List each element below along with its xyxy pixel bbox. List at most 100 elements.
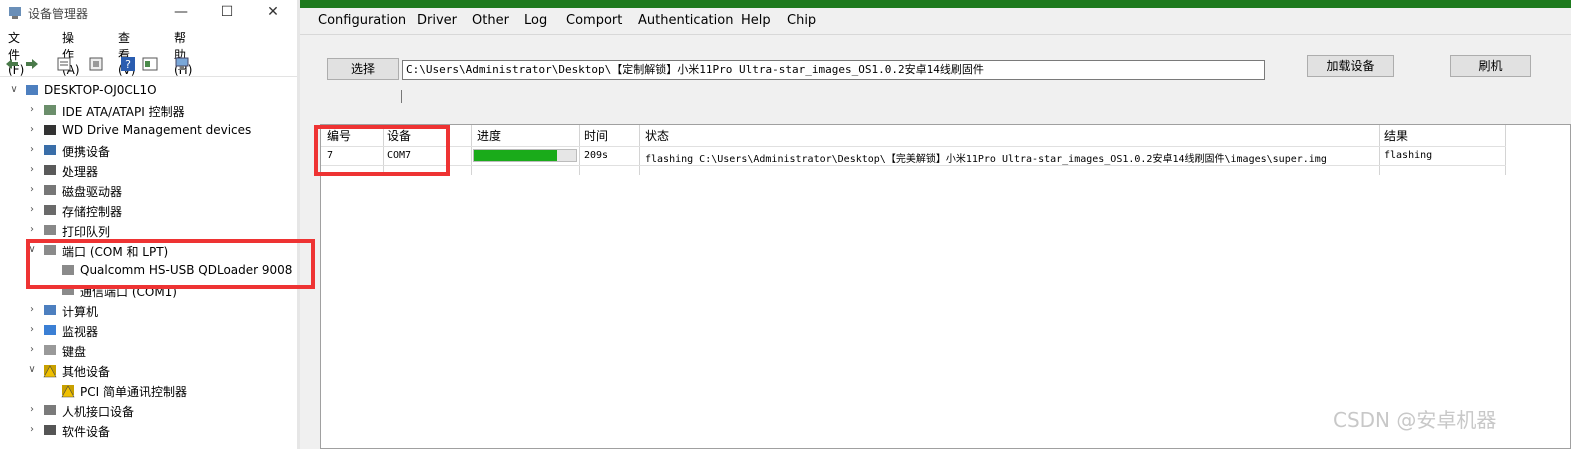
tree-item[interactable]: › 监视器 — [0, 321, 297, 341]
progress-fill — [474, 150, 557, 161]
printer-icon — [44, 225, 56, 235]
menu-log[interactable]: Log — [524, 13, 547, 28]
storage-controller-icon — [44, 205, 56, 215]
tree-item-label: 人机接口设备 — [62, 405, 135, 419]
row-result: flashing — [1384, 150, 1433, 161]
chevron-right-icon[interactable]: › — [26, 304, 38, 316]
device-table: 编号 设备 进度 时间 状态 结果 7 COM7 209s flashing C… — [320, 124, 1571, 449]
computer-icon — [26, 85, 38, 95]
tree-item[interactable]: ∨ DESKTOP-OJ0CL1O — [0, 81, 297, 101]
view-icon[interactable] — [142, 56, 158, 72]
device-manager-icon — [9, 7, 21, 19]
firmware-path-field[interactable]: C:\Users\Administrator\Desktop\【定制解锁】小米1… — [402, 60, 1265, 80]
tree-item[interactable]: › 便携设备 — [0, 141, 297, 161]
window-title: 设备管理器 — [28, 7, 89, 21]
properties-icon[interactable] — [56, 56, 72, 72]
col-divider — [1505, 125, 1506, 175]
tool-menu-bar: Configuration Driver Other Log Comport A… — [300, 8, 1571, 35]
scan-hardware-icon[interactable] — [174, 56, 190, 72]
col-divider — [579, 125, 580, 175]
chevron-right-icon[interactable]: › — [26, 344, 38, 356]
menu-configuration[interactable]: Configuration — [318, 13, 406, 28]
tree-item-label: 监视器 — [62, 325, 99, 339]
menu-comport[interactable]: Comport — [566, 13, 622, 28]
portable-device-icon — [44, 145, 56, 155]
row-status: flashing C:\Users\Administrator\Desktop\… — [645, 154, 1327, 165]
forward-arrow-icon[interactable] — [24, 56, 40, 72]
chevron-right-icon[interactable]: › — [26, 164, 38, 176]
warning-device-icon — [43, 365, 57, 378]
tree-item-label: 磁盘驱动器 — [62, 185, 123, 199]
disk-drive-icon — [44, 185, 56, 195]
col-divider — [639, 125, 640, 175]
tree-item[interactable]: › 处理器 — [0, 161, 297, 181]
tree-item[interactable]: › 打印队列 — [0, 221, 297, 241]
processor-icon — [44, 165, 56, 175]
col-divider — [471, 125, 472, 175]
highlight-box-com7 — [314, 125, 450, 176]
tree-item-label: PCI 简单通讯控制器 — [80, 385, 187, 399]
tree-item[interactable]: › 键盘 — [0, 341, 297, 361]
tree-item-label: IDE ATA/ATAPI 控制器 — [62, 105, 185, 119]
chevron-right-icon[interactable]: › — [26, 324, 38, 336]
header-divider — [321, 146, 1506, 147]
tree-item-label: 计算机 — [62, 305, 99, 319]
column-header-result[interactable]: 结果 — [1384, 127, 1408, 144]
highlight-box-qdloader — [26, 239, 315, 289]
tree-item-label: 处理器 — [62, 165, 99, 179]
text-cursor — [401, 90, 402, 103]
menu-help[interactable]: Help — [741, 13, 771, 28]
close-button[interactable]: ✕ — [250, 0, 296, 26]
column-header-time[interactable]: 时间 — [584, 127, 608, 144]
flash-button[interactable]: 刷机 — [1450, 55, 1531, 77]
menu-other[interactable]: Other — [472, 13, 509, 28]
column-header-progress[interactable]: 进度 — [477, 127, 501, 144]
toolbar: ? — [0, 52, 297, 77]
tree-item[interactable]: › 软件设备 — [0, 421, 297, 441]
computer-icon — [44, 305, 56, 315]
tree-item[interactable]: › 存储控制器 — [0, 201, 297, 221]
tree-item[interactable]: › 磁盘驱动器 — [0, 181, 297, 201]
tree-item-label: 软件设备 — [62, 425, 111, 439]
title-bar: 设备管理器 — ☐ ✕ — [0, 0, 297, 26]
back-arrow-icon[interactable] — [4, 56, 20, 72]
chevron-right-icon[interactable]: › — [26, 144, 38, 156]
tree-item-label: 其他设备 — [62, 365, 111, 379]
tree-item-label: WD Drive Management devices — [62, 123, 252, 137]
chevron-right-icon[interactable]: › — [26, 404, 38, 416]
column-header-status[interactable]: 状态 — [645, 127, 669, 144]
row-time: 209s — [584, 150, 609, 161]
chevron-down-icon[interactable]: ∨ — [26, 364, 38, 376]
tree-item[interactable]: › 人机接口设备 — [0, 401, 297, 421]
row-divider — [321, 165, 1506, 166]
chevron-right-icon[interactable]: › — [26, 104, 38, 116]
software-device-icon — [44, 425, 56, 435]
minimize-button[interactable]: — — [158, 0, 204, 26]
tree-item-label: DESKTOP-OJ0CL1O — [44, 83, 157, 97]
menu-chip[interactable]: Chip — [787, 13, 816, 28]
wd-device-icon — [44, 125, 56, 135]
chevron-right-icon[interactable]: › — [26, 124, 38, 136]
watermark: CSDN @安卓机器 — [1333, 408, 1497, 432]
tree-item[interactable]: PCI 简单通讯控制器 — [0, 381, 297, 401]
device-manager-window: 设备管理器 — ☐ ✕ 文件(F) 操作(A) 查看(V) 帮助(H) ? ∨D… — [0, 0, 297, 449]
help-icon[interactable]: ? — [120, 56, 136, 72]
chevron-right-icon[interactable]: › — [26, 424, 38, 436]
select-button[interactable]: 选择 — [327, 58, 399, 80]
tree-item[interactable]: › IDE ATA/ATAPI 控制器 — [0, 101, 297, 121]
chevron-right-icon[interactable]: › — [26, 204, 38, 216]
maximize-button[interactable]: ☐ — [204, 0, 250, 26]
chevron-down-icon[interactable]: ∨ — [8, 84, 20, 96]
driver-icon[interactable] — [88, 56, 104, 72]
tree-item[interactable]: › WD Drive Management devices — [0, 121, 297, 141]
tree-item[interactable]: › 计算机 — [0, 301, 297, 321]
tree-item-label: 键盘 — [62, 345, 87, 359]
tree-item[interactable]: ∨ 其他设备 — [0, 361, 297, 381]
menu-driver[interactable]: Driver — [417, 13, 457, 28]
load-device-button[interactable]: 加载设备 — [1307, 55, 1394, 77]
tree-item-label: 打印队列 — [62, 225, 111, 239]
chevron-right-icon[interactable]: › — [26, 184, 38, 196]
menu-authentication[interactable]: Authentication — [638, 13, 733, 28]
chevron-right-icon[interactable]: › — [26, 224, 38, 236]
warning-device-icon — [61, 385, 75, 398]
